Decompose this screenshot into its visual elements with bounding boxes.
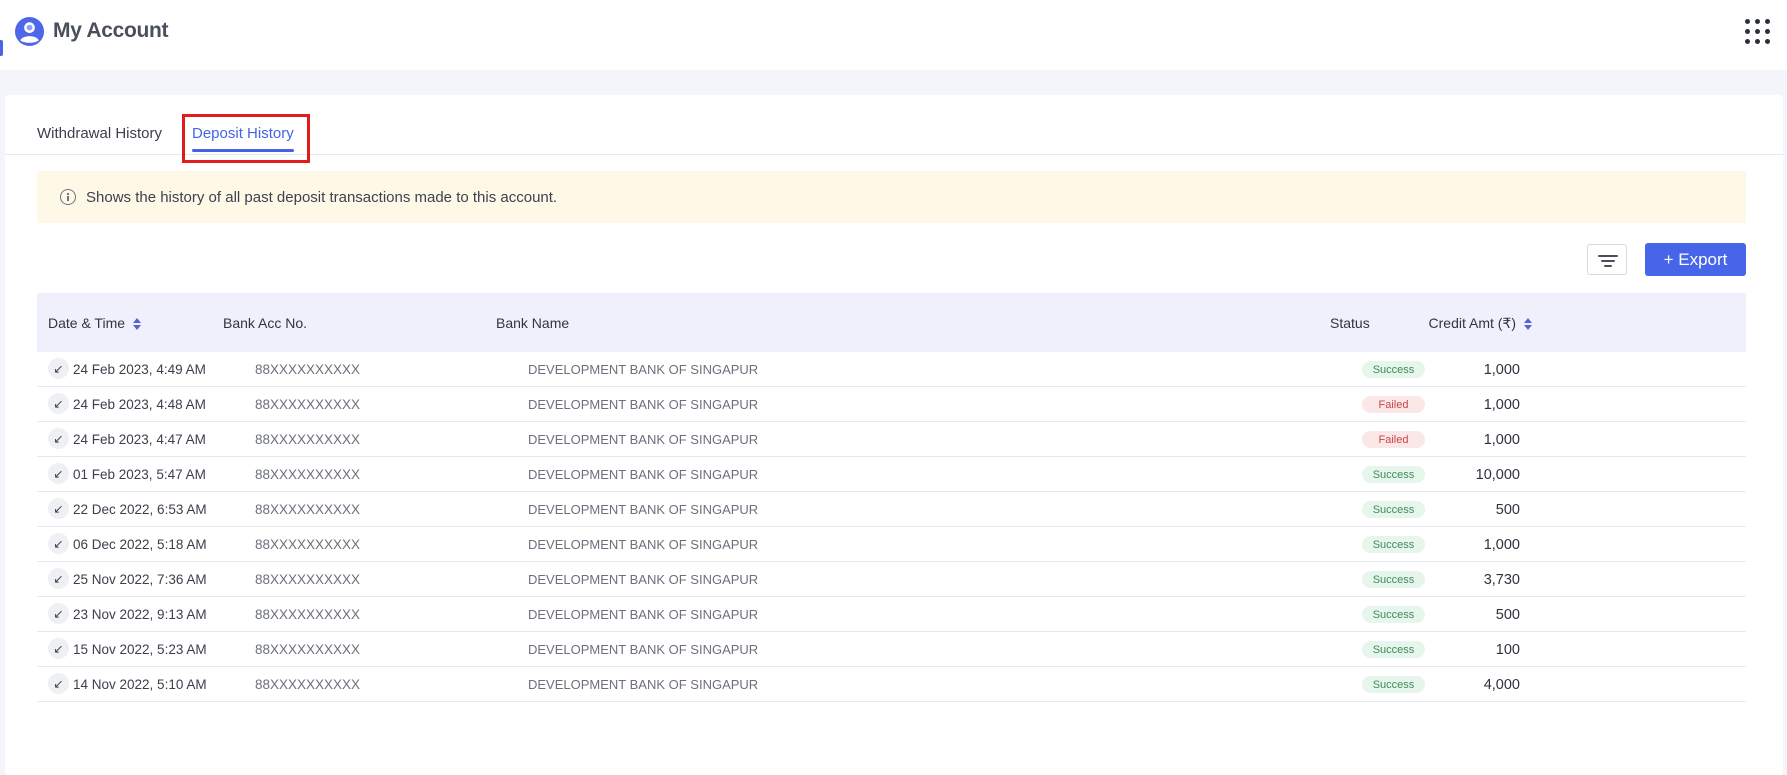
deposit-arrow-icon: ↙ (48, 428, 69, 449)
row-bank-name: DEVELOPMENT BANK OF SINGAPUR (528, 467, 759, 482)
row-account-number: 88XXXXXXXXXX (255, 397, 361, 412)
row-bank-name: DEVELOPMENT BANK OF SINGAPUR (528, 537, 759, 552)
row-account-number: 88XXXXXXXXXX (255, 572, 361, 587)
side-edge-indicator (0, 40, 3, 56)
row-bank-name: DEVELOPMENT BANK OF SINGAPUR (528, 572, 759, 587)
grid-menu-icon[interactable] (1745, 19, 1770, 44)
row-date: 01 Feb 2023, 5:47 AM (73, 467, 206, 482)
info-text: Shows the history of all past deposit tr… (86, 188, 558, 206)
table-row[interactable]: ↙ 25 Nov 2022, 7:36 AM 88XXXXXXXXXX DEVELOP… (37, 562, 1746, 597)
highlight-annotation-box (182, 114, 310, 163)
status-badge: Success (1362, 361, 1425, 378)
status-badge: Success (1362, 466, 1425, 483)
column-credit-amount[interactable]: Credit Amt (₹) (1429, 315, 1532, 332)
status-badge: Success (1362, 606, 1425, 623)
row-bank-name: DEVELOPMENT BANK OF SINGAPUR (528, 607, 759, 622)
row-date: 24 Feb 2023, 4:48 AM (73, 397, 206, 412)
column-bank-name: Bank Name (496, 315, 570, 331)
status-badge: Success (1362, 641, 1425, 658)
status-badge: Failed (1362, 396, 1425, 413)
row-credit-amount: 1,000 (1483, 537, 1520, 553)
table-row[interactable]: ↙ 23 Nov 2022, 9:13 AM 88XXXXXXXXXX DEVELOP… (37, 597, 1746, 632)
table-row[interactable]: ↙ 14 Nov 2022, 5:10 AM 88XXXXXXXXXX DEVELOP… (37, 667, 1746, 702)
row-date: 14 Nov 2022, 5:10 AM (73, 677, 207, 692)
row-credit-amount: 1,000 (1483, 362, 1520, 378)
row-account-number: 88XXXXXXXXXX (255, 642, 361, 657)
top-bar: My Account (0, 0, 1787, 70)
table-row[interactable]: ↙ 22 Dec 2022, 6:53 AM 88XXXXXXXXXX DEVELOP… (37, 492, 1746, 527)
row-account-number: 88XXXXXXXXXX (255, 537, 361, 552)
row-account-number: 88XXXXXXXXXX (255, 467, 361, 482)
table-row[interactable]: ↙ 24 Feb 2023, 4:48 AM 88XXXXXXXXXX DEVELOP… (37, 387, 1746, 422)
table-row[interactable]: ↙ 01 Feb 2023, 5:47 AM 88XXXXXXXXXX DEVELOP… (37, 457, 1746, 492)
row-bank-name: DEVELOPMENT BANK OF SINGAPUR (528, 397, 759, 412)
deposit-arrow-icon: ↙ (48, 568, 69, 589)
column-bank-acc: Bank Acc No. (223, 315, 308, 331)
row-bank-name: DEVELOPMENT BANK OF SINGAPUR (528, 677, 759, 692)
row-credit-amount: 100 (1495, 642, 1520, 658)
row-date: 06 Dec 2022, 5:18 AM (73, 537, 207, 552)
table-body: ↙ 24 Feb 2023, 4:49 AM 88XXXXXXXXXX DEVELOP… (37, 352, 1746, 702)
row-credit-amount: 500 (1495, 502, 1520, 518)
row-date: 24 Feb 2023, 4:49 AM (73, 362, 206, 377)
deposit-arrow-icon: ↙ (48, 638, 69, 659)
sort-icon[interactable] (1524, 317, 1532, 331)
status-badge: Success (1362, 571, 1425, 588)
table-row[interactable]: ↙ 24 Feb 2023, 4:49 AM 88XXXXXXXXXX DEVELOP… (37, 352, 1746, 387)
column-date-time[interactable]: Date & Time (48, 315, 142, 331)
column-status: Status (1330, 315, 1370, 331)
row-bank-name: DEVELOPMENT BANK OF SINGAPUR (528, 502, 759, 517)
row-credit-amount: 4,000 (1483, 677, 1520, 693)
row-credit-amount: 10,000 (1475, 467, 1520, 483)
row-date: 25 Nov 2022, 7:36 AM (73, 572, 207, 587)
deposit-arrow-icon: ↙ (48, 673, 69, 694)
row-date: 24 Feb 2023, 4:47 AM (73, 432, 206, 447)
user-avatar-icon (14, 16, 45, 47)
row-date: 22 Dec 2022, 6:53 AM (73, 502, 207, 517)
sort-icon[interactable] (133, 317, 142, 331)
table-row[interactable]: ↙ 15 Nov 2022, 5:23 AM 88XXXXXXXXXX DEVELOP… (37, 632, 1746, 667)
tab-bar: Withdrawal History Deposit History (5, 95, 1783, 163)
export-button[interactable]: + Export (1645, 243, 1746, 276)
page-title: My Account (53, 19, 169, 42)
row-credit-amount: 500 (1495, 607, 1520, 623)
deposit-arrow-icon: ↙ (48, 603, 69, 624)
status-badge: Failed (1362, 431, 1425, 448)
status-badge: Success (1362, 501, 1425, 518)
table-row[interactable]: ↙ 06 Dec 2022, 5:18 AM 88XXXXXXXXXX DEVELOP… (37, 527, 1746, 562)
deposit-arrow-icon: ↙ (48, 358, 69, 379)
row-account-number: 88XXXXXXXXXX (255, 502, 361, 517)
row-bank-name: DEVELOPMENT BANK OF SINGAPUR (528, 642, 759, 657)
table-row[interactable]: ↙ 24 Feb 2023, 4:47 AM 88XXXXXXXXXX DEVELOP… (37, 422, 1746, 457)
deposit-arrow-icon: ↙ (48, 393, 69, 414)
row-credit-amount: 1,000 (1483, 397, 1520, 413)
row-account-number: 88XXXXXXXXXX (255, 432, 361, 447)
row-account-number: 88XXXXXXXXXX (255, 607, 361, 622)
row-bank-name: DEVELOPMENT BANK OF SINGAPUR (528, 432, 759, 447)
row-account-number: 88XXXXXXXXXX (255, 677, 361, 692)
deposit-arrow-icon: ↙ (48, 533, 69, 554)
tab-withdrawal-history[interactable]: Withdrawal History (37, 125, 162, 142)
filter-button[interactable] (1587, 244, 1627, 275)
row-credit-amount: 1,000 (1483, 432, 1520, 448)
row-date: 15 Nov 2022, 5:23 AM (73, 642, 207, 657)
deposit-arrow-icon: ↙ (48, 498, 69, 519)
history-card: Withdrawal History Deposit History Shows… (5, 95, 1783, 775)
info-icon (60, 189, 76, 205)
table-header: Date & Time Bank Acc No. Bank Name Credi… (37, 293, 1746, 352)
info-banner: Shows the history of all past deposit tr… (37, 171, 1746, 223)
row-account-number: 88XXXXXXXXXX (255, 362, 361, 377)
filter-icon (1598, 255, 1618, 257)
status-badge: Success (1362, 536, 1425, 553)
deposit-arrow-icon: ↙ (48, 463, 69, 484)
row-bank-name: DEVELOPMENT BANK OF SINGAPUR (528, 362, 759, 377)
status-badge: Success (1362, 676, 1425, 693)
deposit-table: Date & Time Bank Acc No. Bank Name Credi… (37, 293, 1746, 702)
row-credit-amount: 3,730 (1483, 572, 1520, 588)
row-date: 23 Nov 2022, 9:13 AM (73, 607, 207, 622)
